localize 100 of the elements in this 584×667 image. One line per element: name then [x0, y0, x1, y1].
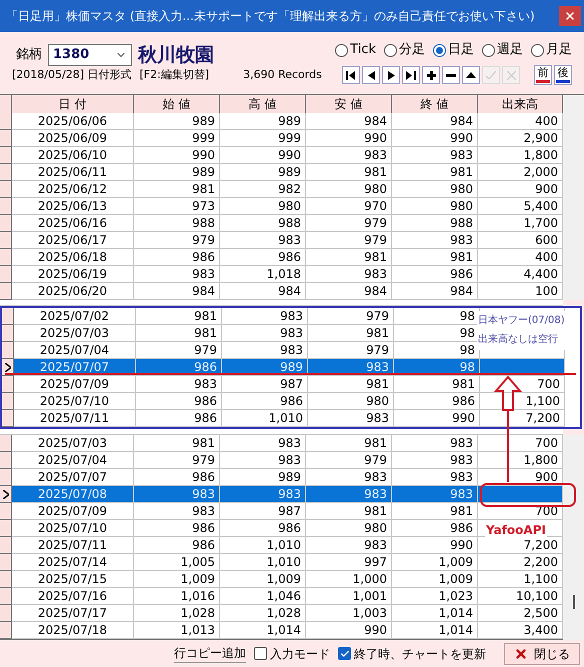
table-cell: 981: [364, 503, 387, 519]
table-cell: 1,023: [438, 588, 473, 604]
table-cell: 1,013: [180, 622, 215, 638]
table-cell: 98: [460, 325, 475, 341]
table-cell: 1,800: [524, 452, 558, 468]
table-cell: 981: [364, 435, 387, 451]
table-cell: 983: [278, 232, 301, 248]
table-cell: 2025/07/17: [38, 605, 108, 621]
company-name: 秋川牧園: [138, 42, 214, 68]
symbol-code: 1380: [53, 46, 90, 64]
table-cell: 983: [280, 342, 303, 358]
table-cell: 986: [450, 266, 473, 282]
table-cell: 986: [192, 537, 215, 553]
table-cell: 1,016: [180, 588, 215, 604]
table-cell: 987: [280, 376, 303, 392]
table-cell: 983: [450, 232, 473, 248]
table-cell: 989: [192, 164, 215, 180]
table-cell: 1,010: [268, 410, 303, 426]
table-cell: 986: [192, 469, 215, 485]
table-cell: 984: [364, 113, 387, 129]
table-cell: 983: [450, 147, 473, 163]
table-cell: 2025/06/18: [38, 249, 108, 265]
table-cell: 2,200: [524, 554, 558, 570]
table-cell: 2,500: [524, 605, 558, 621]
table-cell: 973: [192, 198, 215, 214]
table-cell: 2025/06/12: [38, 181, 108, 197]
table-cell: 981: [194, 325, 217, 341]
table-cell: 989: [280, 359, 303, 375]
table-cell: 1,100: [526, 393, 560, 409]
table-cell: 2025/07/14: [38, 554, 108, 570]
table-cell: 2,900: [524, 130, 558, 146]
table-cell: 4,400: [524, 266, 558, 282]
table-cell: 970: [364, 198, 387, 214]
table-cell: 983: [278, 452, 301, 468]
table-cell: 983: [450, 452, 473, 468]
table-cell: 983: [364, 537, 387, 553]
table-cell: 1,000: [352, 571, 387, 587]
table-cell: 981: [366, 376, 389, 392]
table-cell: 983: [278, 486, 301, 502]
table-cell: 700: [537, 376, 560, 392]
table-cell: 7,200: [526, 410, 560, 426]
table-cell: 981: [192, 435, 215, 451]
table-cell: 1,001: [352, 588, 387, 604]
table-cell: 987: [278, 503, 301, 519]
table-cell: 700: [535, 435, 558, 451]
table-cell: 980: [278, 198, 301, 214]
table-cell: 983: [366, 410, 389, 426]
table-cell: 983: [364, 266, 387, 282]
table-cell: 2025/06/17: [38, 232, 108, 248]
table-cell: 990: [364, 622, 387, 638]
table-cell: 2025/07/16: [38, 588, 108, 604]
table-cell: 979: [192, 452, 215, 468]
table-cell: 981: [192, 181, 215, 197]
table-cell: 1,010: [266, 537, 301, 553]
table-cell: 980: [364, 520, 387, 536]
table-cell: 1,009: [438, 554, 473, 570]
table-cell: 5,400: [524, 198, 558, 214]
table-cell: 1,014: [438, 622, 473, 638]
table-cell: 2025/07/18: [38, 622, 108, 638]
table-cell: 1,009: [266, 571, 301, 587]
table-cell: 981: [452, 376, 475, 392]
table-cell: 981: [364, 249, 387, 265]
table-cell: 982: [278, 181, 301, 197]
table-cell: 986: [280, 393, 303, 409]
table-cell: 988: [192, 215, 215, 231]
record-count: 3,690 Records: [243, 66, 322, 83]
table-cell: 979: [366, 308, 389, 324]
copy-row-label: 行コピー追加: [174, 644, 246, 663]
table-cell: 98: [460, 342, 475, 358]
table-cell: 1,010: [266, 554, 301, 570]
table-cell: 980: [366, 393, 389, 409]
table-cell: 986: [194, 393, 217, 409]
table-cell: 983: [280, 308, 303, 324]
table-cell: 981: [194, 308, 217, 324]
table-cell: 2025/06/09: [38, 130, 108, 146]
table-cell: 2025/06/10: [38, 147, 108, 163]
table-cell: 2025/06/06: [38, 113, 108, 129]
table-cell: 1,700: [524, 215, 558, 231]
table-cell: 986: [194, 359, 217, 375]
table-cell: 983: [450, 486, 473, 502]
table-cell: 979: [366, 342, 389, 358]
table-cell: 986: [278, 520, 301, 536]
table-cell: 989: [278, 113, 301, 129]
table-cell: 986: [192, 249, 215, 265]
table-cell: 2025/07/15: [38, 571, 108, 587]
table-cell: 990: [364, 130, 387, 146]
table-cell: 997: [364, 554, 387, 570]
table-cell: 999: [278, 130, 301, 146]
table-cell: 1,028: [266, 605, 301, 621]
table-cell: 2025/07/07: [38, 469, 108, 485]
table-cell: 600: [535, 232, 558, 248]
table-cell: 1,014: [266, 622, 301, 638]
table-cell: 983: [278, 435, 301, 451]
table-cell: 400: [535, 249, 558, 265]
table-cell: 979: [192, 232, 215, 248]
table-cell: 988: [278, 215, 301, 231]
table-cell: 2025/06/20: [38, 283, 108, 299]
table-cell: 986: [192, 520, 215, 536]
table-cell: 990: [450, 537, 473, 553]
table-cell: 990: [192, 147, 215, 163]
